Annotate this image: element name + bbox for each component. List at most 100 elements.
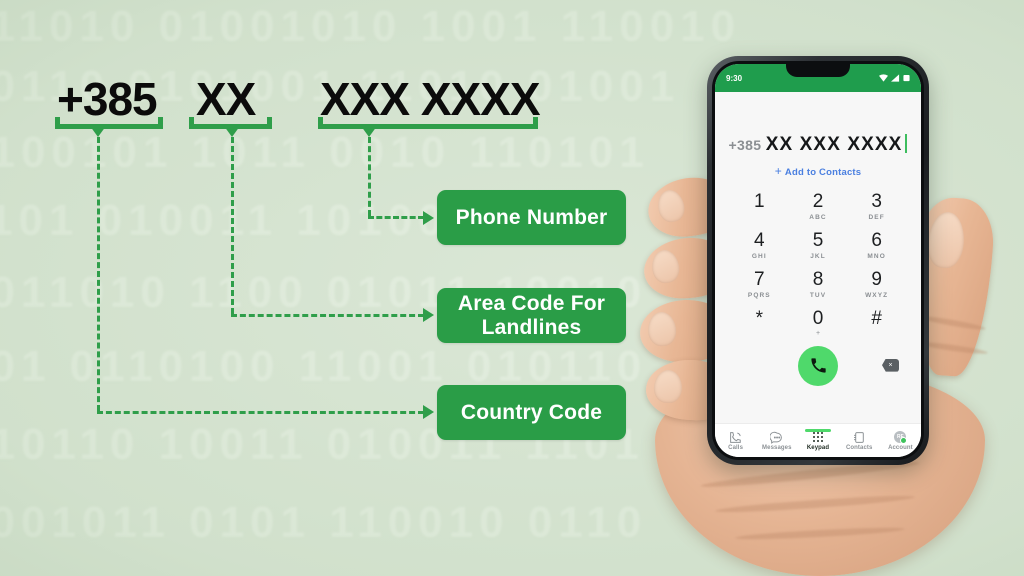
connector-arrowhead-country — [423, 405, 434, 419]
dialed-country-code: +385 — [728, 137, 762, 153]
connector-arrow-down-country — [90, 126, 106, 137]
key-digit: 1 — [754, 191, 765, 212]
dialed-number-display[interactable]: +385 XX XXX XXXX — [715, 134, 921, 156]
connector-vline-subscriber — [368, 137, 371, 216]
dialer-actions: × — [715, 345, 921, 390]
phone-screen: 9:30 +385 XX XXX XXXX + Add to Contacts … — [715, 64, 921, 457]
key-letters: WXYZ — [865, 291, 889, 299]
key-digit: 5 — [812, 229, 824, 251]
subscriber-number-text: XXX XXXX — [320, 73, 541, 125]
key-digit: 3 — [871, 191, 882, 212]
connector-hline-country — [97, 411, 424, 414]
call-button[interactable] — [798, 345, 838, 386]
key-8[interactable]: 8 TUV — [789, 268, 848, 299]
key-digit: * — [755, 307, 764, 329]
account-avatar-icon: RF — [880, 430, 921, 444]
nav-item-calls[interactable]: Calls — [715, 430, 756, 451]
key-6[interactable]: 6 MNO — [847, 229, 906, 260]
messages-icon — [756, 430, 797, 444]
connector-arrow-down-area — [224, 126, 240, 137]
key-digit: 6 — [871, 229, 882, 251]
wifi-icon — [879, 74, 888, 82]
key-9[interactable]: 9 WXYZ — [847, 268, 906, 299]
nav-label-account: Account — [888, 445, 913, 451]
area-code-text: XX — [196, 73, 256, 125]
callout-area-code[interactable]: Area Code For Landlines — [437, 288, 626, 343]
backspace-button[interactable]: × — [882, 358, 899, 372]
text-caret — [905, 134, 908, 153]
plus-icon: + — [774, 164, 782, 178]
key-2[interactable]: 2 ABC — [789, 191, 848, 221]
callout-phone-number-label: Phone Number — [455, 205, 608, 229]
callout-phone-number[interactable]: Phone Number — [437, 190, 626, 245]
country-code-text: +385 — [57, 73, 158, 125]
key-letters: JKL — [810, 252, 826, 260]
key-letters: GHI — [751, 252, 767, 260]
key-digit: # — [871, 307, 882, 329]
texture-row: 011010 01001010 1001 110010 — [0, 2, 742, 51]
phone-device: 9:30 +385 XX XXX XXXX + Add to Contacts … — [707, 56, 929, 465]
key-letters: TUV — [809, 291, 827, 299]
callout-country-code-label: Country Code — [460, 400, 603, 424]
backspace-glyph: × — [888, 361, 893, 369]
contacts-icon — [839, 430, 880, 444]
bottom-nav[interactable]: Calls Messages Keypad Contacts RF Accoun… — [715, 423, 921, 457]
key-letters: ABC — [809, 213, 827, 221]
key-letters: MNO — [867, 252, 886, 260]
country-code-bracket — [55, 117, 163, 129]
callout-area-code-label-line2: Landlines — [481, 315, 582, 339]
calls-icon — [715, 430, 756, 444]
key-star[interactable]: * — [730, 307, 789, 337]
key-digit: 8 — [812, 268, 824, 290]
connector-arrowhead-subscriber — [423, 211, 434, 225]
key-hash[interactable]: # — [847, 307, 906, 337]
key-0[interactable]: 0 + — [789, 307, 848, 337]
status-bar-time: 9:30 — [726, 73, 743, 83]
status-bar-icons — [879, 74, 910, 82]
dialpad[interactable]: 1 2 ABC 3 DEF 4 GHI 5 JKL 6 MNO 7 PQRS 8… — [730, 191, 906, 337]
nav-item-keypad[interactable]: Keypad — [797, 429, 838, 451]
callout-area-code-label-line1: Area Code For — [457, 291, 606, 315]
key-letters: DEF — [868, 213, 885, 221]
nav-label-keypad: Keypad — [806, 445, 830, 451]
key-3[interactable]: 3 DEF — [847, 191, 906, 221]
add-to-contacts-label: Add to Contacts — [784, 167, 862, 178]
key-4[interactable]: 4 GHI — [730, 229, 789, 260]
nav-label-calls: Calls — [728, 445, 744, 451]
signal-icon — [891, 74, 900, 82]
call-icon — [810, 358, 826, 373]
callout-country-code[interactable]: Country Code — [437, 385, 626, 440]
nav-item-account[interactable]: RF Account — [880, 430, 921, 451]
key-letters: + — [815, 329, 821, 337]
connector-arrowhead-area — [423, 308, 434, 322]
nav-item-contacts[interactable]: Contacts — [839, 430, 880, 451]
connector-arrow-down-subscriber — [361, 126, 377, 137]
nav-item-messages[interactable]: Messages — [756, 430, 797, 451]
phone-bezel: 9:30 +385 XX XXX XXXX + Add to Contacts … — [712, 61, 924, 460]
phone-notch — [786, 64, 850, 77]
screenshot-root: 011010 01001010 1001 110010 10110 010100… — [0, 0, 1024, 576]
key-5[interactable]: 5 JKL — [789, 229, 848, 260]
connector-vline-country — [97, 137, 100, 411]
key-1[interactable]: 1 — [730, 191, 789, 221]
connector-hline-subscriber — [368, 216, 424, 219]
dialed-number: XX XXX XXXX — [765, 134, 903, 155]
connector-hline-area — [231, 314, 424, 317]
battery-icon — [903, 74, 910, 82]
fingernail — [653, 369, 683, 404]
add-to-contacts-button[interactable]: + Add to Contacts — [715, 164, 921, 178]
key-digit: 4 — [754, 229, 765, 251]
subscriber-number-bracket — [318, 117, 538, 129]
key-digit: 7 — [754, 268, 765, 290]
nav-label-contacts: Contacts — [845, 445, 873, 451]
connector-vline-area — [231, 137, 234, 314]
key-digit: 2 — [812, 191, 824, 212]
avatar: RF — [894, 431, 908, 444]
key-digit: 0 — [812, 307, 824, 329]
key-letters: PQRS — [747, 291, 771, 299]
nav-label-messages: Messages — [762, 445, 792, 451]
key-7[interactable]: 7 PQRS — [730, 268, 789, 299]
key-digit: 9 — [871, 268, 882, 290]
nav-active-indicator — [805, 429, 831, 432]
keypad-icon — [797, 430, 838, 444]
